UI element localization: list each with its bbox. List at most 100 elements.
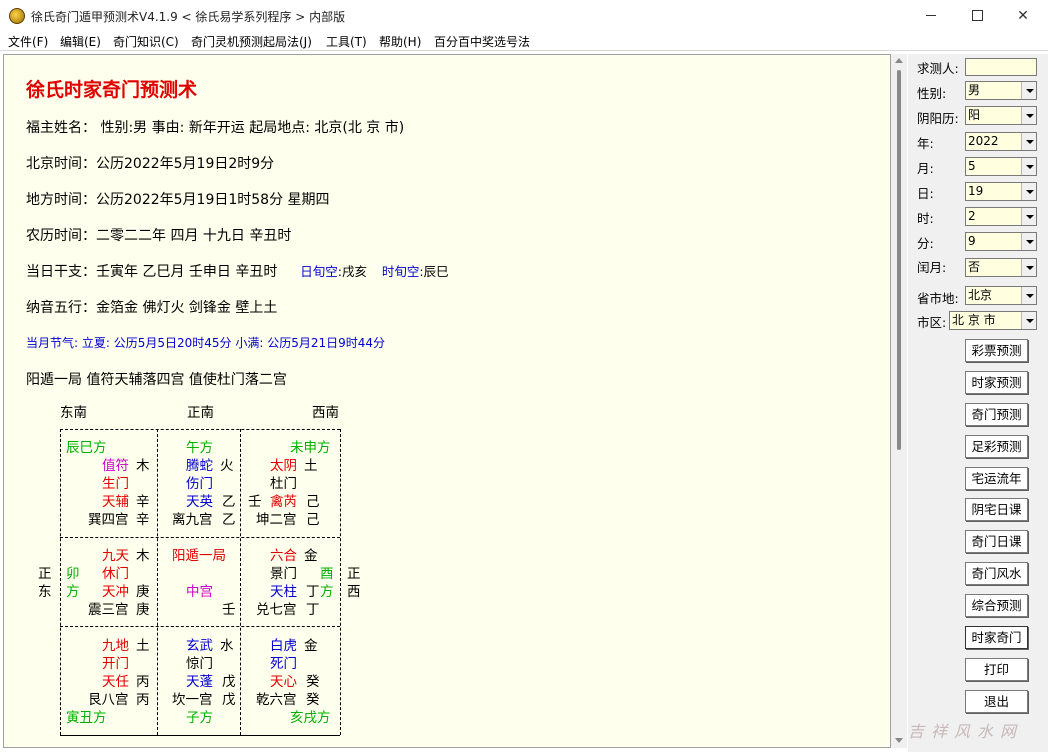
- grid-line-mid1: [60, 537, 340, 538]
- dir-east-a: 正: [38, 566, 52, 582]
- print-button[interactable]: 打印: [965, 658, 1028, 681]
- app-icon[interactable]: [9, 8, 25, 24]
- p3-gate: 休门: [102, 566, 129, 582]
- chevron-down-icon[interactable]: [1021, 133, 1036, 150]
- p9-palace-stem: 乙: [222, 512, 236, 528]
- menu-help[interactable]: 帮助(H): [379, 33, 421, 50]
- p7-palace-stem: 丁: [306, 602, 320, 618]
- day-select[interactable]: 19: [965, 182, 1037, 201]
- chevron-down-icon[interactable]: [1021, 287, 1036, 304]
- chevron-down-icon[interactable]: [1021, 107, 1036, 124]
- chevron-down-icon[interactable]: [1021, 82, 1036, 99]
- close-button[interactable]: ✕: [1000, 0, 1046, 31]
- exit-button[interactable]: 退出: [965, 690, 1028, 713]
- chevron-down-icon[interactable]: [1021, 183, 1036, 200]
- p8-deity: 九地: [102, 638, 129, 654]
- gender-value: 男: [968, 83, 981, 97]
- district-value: 北 京 市: [952, 313, 996, 327]
- p1-palace-stem: 戊: [222, 692, 236, 708]
- dir-southeast: 东南: [60, 405, 87, 421]
- leap-select[interactable]: 否: [965, 258, 1037, 277]
- p6-corner: 亥戌方: [290, 710, 331, 726]
- p4-gate: 生门: [102, 476, 129, 492]
- grid-line-top: [60, 429, 340, 430]
- comprehensive-predict-button[interactable]: 综合预测: [965, 594, 1028, 617]
- shijia-qimen-button[interactable]: 时家奇门: [965, 626, 1028, 649]
- menu-file[interactable]: 文件(F): [8, 33, 48, 50]
- gender-label: 性别:: [917, 86, 947, 101]
- hour-select[interactable]: 2: [965, 207, 1037, 226]
- p3-deity: 九天: [102, 548, 129, 564]
- p8-star-stem: 丙: [136, 674, 150, 690]
- report-scrollbar[interactable]: [891, 54, 907, 748]
- scroll-thumb[interactable]: [897, 70, 901, 450]
- p7-corner-b: 方: [320, 584, 334, 600]
- menu-lottery[interactable]: 百分百中奖选号法: [434, 33, 530, 50]
- grid-line-right: [340, 429, 341, 735]
- report-panel[interactable]: 徐氏时家奇门预测术 福主姓名： 性别:男 事由: 新年开运 起局地点: 北京(北…: [3, 54, 891, 748]
- ganzhi-line: 当日干支：壬寅年 乙巳月 壬申日 辛丑时 日旬空:戌亥 时旬空:辰巳: [26, 261, 449, 281]
- hour-void-label: 时旬空: [381, 264, 420, 279]
- minimize-button[interactable]: [908, 0, 954, 31]
- calendar-select[interactable]: 阳: [965, 106, 1037, 125]
- menu-qimen-method[interactable]: 奇门灵机预测起局法(J): [191, 33, 312, 50]
- ju-line: 阳遁一局 值符天辅落四宫 值使杜门落二宫: [26, 372, 287, 388]
- p6-star: 天心: [270, 674, 297, 690]
- menu-tools[interactable]: 工具(T): [326, 33, 367, 50]
- p4-deity-el: 木: [136, 458, 150, 474]
- p2-gate: 杜门: [270, 476, 297, 492]
- p8-palace-stem: 丙: [136, 692, 150, 708]
- district-label: 市区:: [917, 315, 947, 330]
- district-select[interactable]: 北 京 市: [949, 311, 1037, 330]
- p8-gate: 开门: [102, 656, 129, 672]
- p8-corner: 寅丑方: [66, 710, 107, 726]
- yin-house-schedule-button[interactable]: 阴宅日课: [965, 498, 1028, 521]
- chevron-down-icon[interactable]: [1021, 312, 1036, 329]
- p9-star-stem: 乙: [222, 494, 236, 510]
- qimen-predict-button[interactable]: 奇门预测: [965, 403, 1028, 426]
- chevron-down-icon[interactable]: [1021, 158, 1036, 175]
- lottery-predict-button[interactable]: 彩票预测: [965, 339, 1028, 362]
- day-void-value: :戌亥: [337, 264, 367, 279]
- province-select[interactable]: 北京: [965, 286, 1037, 305]
- p6-deity: 白虎: [270, 638, 297, 654]
- qimen-schedule-button[interactable]: 奇门日课: [965, 530, 1028, 553]
- p3-star-stem: 庚: [136, 584, 150, 600]
- chevron-down-icon[interactable]: [1021, 259, 1036, 276]
- football-predict-button[interactable]: 足彩预测: [965, 435, 1028, 458]
- dir-south: 正南: [187, 405, 214, 421]
- chevron-down-icon[interactable]: [1021, 233, 1036, 250]
- p4-palace-stem: 辛: [136, 512, 150, 528]
- p4-star-stem: 辛: [136, 494, 150, 510]
- maximize-button[interactable]: [954, 0, 1000, 31]
- province-value: 北京: [968, 288, 993, 302]
- p4-corner: 辰巳方: [66, 440, 107, 456]
- p3-palace-stem: 庚: [136, 602, 150, 618]
- p9-star: 天英: [186, 494, 213, 510]
- local-time-line: 地方时间：公历2022年5月19日1时58分 星期四: [26, 192, 330, 208]
- ganzhi-text: 当日干支：壬寅年 乙巳月 壬申日 辛丑时: [26, 264, 278, 280]
- house-fortune-button[interactable]: 宅运流年: [965, 467, 1028, 490]
- hour-label: 时:: [917, 211, 934, 226]
- qimen-fengshui-button[interactable]: 奇门风水: [965, 562, 1028, 585]
- owner-line: 福主姓名： 性别:男 事由: 新年开运 起局地点: 北京(北 京 市): [26, 120, 405, 136]
- year-select[interactable]: 2022: [965, 132, 1037, 151]
- chevron-down-icon[interactable]: [1021, 208, 1036, 225]
- shijia-predict-button[interactable]: 时家预测: [965, 371, 1028, 394]
- minute-select[interactable]: 9: [965, 232, 1037, 251]
- p2-star: 禽芮: [270, 494, 297, 510]
- dir-west-a: 正: [347, 566, 361, 582]
- p5-center: 中宫: [186, 584, 213, 600]
- asker-input[interactable]: [965, 58, 1037, 76]
- month-select[interactable]: 5: [965, 157, 1037, 176]
- scroll-up-arrow-icon[interactable]: [895, 58, 903, 63]
- p7-deity-el: 金: [304, 548, 318, 564]
- gender-select[interactable]: 男: [965, 81, 1037, 100]
- p7-corner-a: 酉: [320, 566, 334, 582]
- p4-deity: 值符: [102, 458, 129, 474]
- minute-value: 9: [968, 234, 976, 248]
- leap-value: 否: [968, 260, 981, 274]
- scroll-down-arrow-icon[interactable]: [895, 738, 903, 743]
- menu-edit[interactable]: 编辑(E): [60, 33, 101, 50]
- menu-qimen-knowledge[interactable]: 奇门知识(C): [113, 33, 179, 50]
